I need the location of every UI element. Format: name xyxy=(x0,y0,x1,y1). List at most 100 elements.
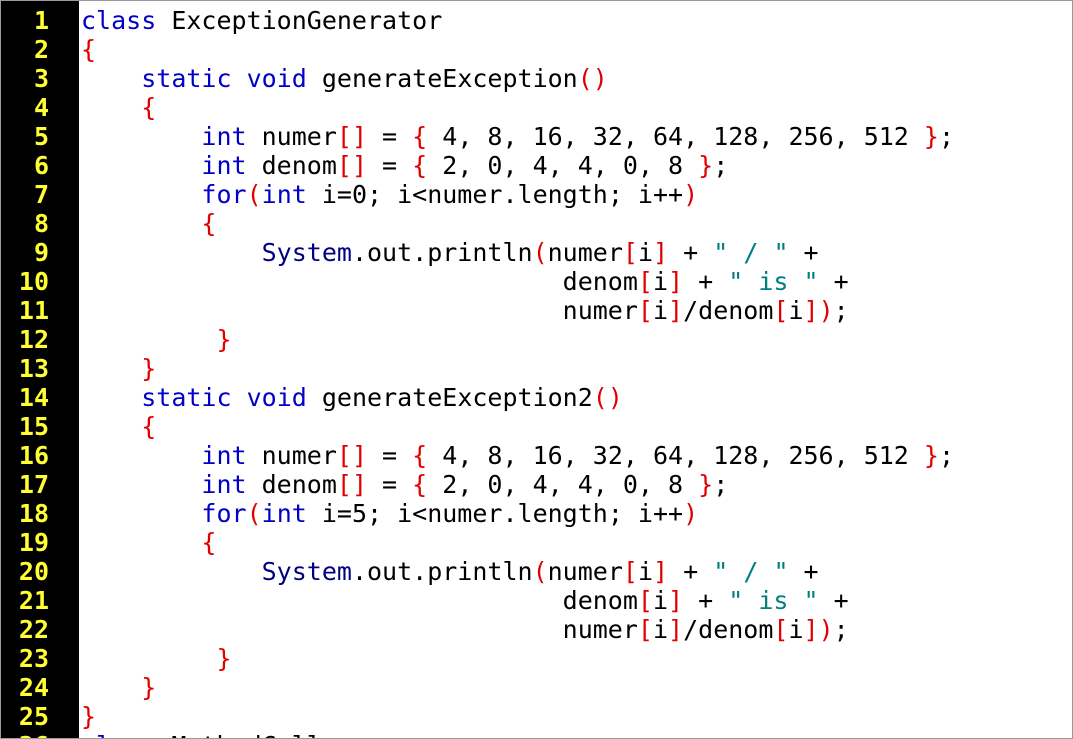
bracket-token: ] xyxy=(668,615,684,644)
line-number: 13 xyxy=(18,354,49,383)
keyword-token: int xyxy=(201,441,247,470)
code-text: /denom xyxy=(683,296,774,325)
code-line[interactable]: int denom[] = { 2, 0, 4, 4, 0, 8 }; xyxy=(81,151,954,180)
bracket-token: ( xyxy=(532,238,548,267)
string-literal: " / " xyxy=(713,238,789,267)
code-line[interactable]: numer[i]/denom[i]); xyxy=(81,296,954,325)
line-number: 11 xyxy=(18,296,49,325)
bracket-token: ] xyxy=(668,586,684,615)
keyword-token: int xyxy=(201,151,247,180)
code-line[interactable]: } xyxy=(81,702,954,731)
bracket-token: () xyxy=(577,64,608,93)
code-line[interactable]: int denom[] = { 2, 0, 4, 4, 0, 8 }; xyxy=(81,470,954,499)
code-text: i xyxy=(637,557,654,586)
code-line[interactable]: for(int i=5; i<numer.length; i++) xyxy=(81,499,954,528)
bracket-token: ( xyxy=(246,180,262,209)
code-line[interactable]: denom[i] + " is " + xyxy=(81,267,954,296)
code-line[interactable]: int numer[] = { 4, 8, 16, 32, 64, 128, 2… xyxy=(81,122,954,151)
bracket-token: ] xyxy=(668,267,684,296)
keyword-token: int xyxy=(261,180,307,209)
code-line[interactable]: { xyxy=(81,93,954,122)
bracket-token: { xyxy=(412,441,428,470)
code-line[interactable]: denom[i] + " is " + xyxy=(81,586,954,615)
code-line[interactable]: class ExceptionGenerator xyxy=(81,6,954,35)
code-text: denom xyxy=(81,267,638,296)
code-text: i xyxy=(652,296,669,325)
line-number: 24 xyxy=(18,673,49,702)
code-line[interactable]: System.out.println(numer[i] + " / " + xyxy=(81,557,954,586)
bracket-token: [ xyxy=(622,557,638,586)
line-numbers: 1 2 3 4 5 6 7 8 9 10 11 12 13 14 15 16 17 18 19 20 21 22 23 24 2… xyxy=(1,6,73,738)
line-number: 25 xyxy=(18,702,49,731)
code-text: + xyxy=(818,267,849,296)
code-text: numer xyxy=(246,122,337,151)
code-line[interactable]: System.out.println(numer[i] + " / " + xyxy=(81,238,954,267)
bracket-token: { xyxy=(201,209,217,238)
code-text: + xyxy=(683,267,729,296)
code-line[interactable]: static void generateException2() xyxy=(81,383,954,412)
keyword-token: static xyxy=(141,64,232,93)
keyword-token: void xyxy=(246,383,307,412)
code-line[interactable]: { xyxy=(81,412,954,441)
bracket-token: [ xyxy=(637,296,653,325)
line-number: 20 xyxy=(18,557,49,586)
line-number: 26 xyxy=(1,731,73,738)
code-text: numer xyxy=(246,441,337,470)
code-text: i=0; i<numer.length; i++ xyxy=(306,180,684,209)
code-text: MethodCall xyxy=(156,731,322,738)
code-text: i xyxy=(652,615,669,644)
code-line[interactable]: } xyxy=(81,673,954,702)
code-area[interactable]: class ExceptionGenerator{ static void ge… xyxy=(81,6,954,738)
code-line[interactable]: { xyxy=(81,35,954,64)
code-line[interactable]: for(int i=0; i<numer.length; i++) xyxy=(81,180,954,209)
code-text: = xyxy=(367,151,413,180)
code-text: = xyxy=(367,122,413,151)
bracket-token: } xyxy=(216,644,232,673)
code-text: + xyxy=(788,557,819,586)
code-text: i xyxy=(788,296,804,325)
line-number: 9 xyxy=(33,238,49,267)
code-line[interactable]: int numer[] = { 4, 8, 16, 32, 64, 128, 2… xyxy=(81,441,954,470)
line-number: 5 xyxy=(33,122,49,151)
bracket-token: ) xyxy=(683,180,699,209)
line-number: 21 xyxy=(18,586,49,615)
line-number: 23 xyxy=(18,644,49,673)
code-line[interactable]: { xyxy=(81,209,954,238)
code-line[interactable]: } xyxy=(81,325,954,354)
code-line[interactable]: static void generateException() xyxy=(81,64,954,93)
code-line[interactable]: { xyxy=(81,528,954,557)
code-text: denom xyxy=(81,586,638,615)
bracket-token: [] xyxy=(336,441,367,470)
line-number: 1 xyxy=(33,6,49,35)
code-text: 4, 8, 16, 32, 64, 128, 256, 512 xyxy=(427,441,924,470)
bracket-token: } xyxy=(698,151,714,180)
code-text: + xyxy=(668,238,714,267)
code-line[interactable]: class MethodCall xyxy=(81,731,954,738)
code-line[interactable]: } xyxy=(81,354,954,383)
code-editor[interactable]: 1 2 3 4 5 6 7 8 9 10 11 12 13 14 15 16 17 18 19 20 21 22 23 24 2… xyxy=(0,0,1073,739)
code-text: ExceptionGenerator xyxy=(156,6,443,35)
keyword-token: int xyxy=(201,470,247,499)
keyword-token: for xyxy=(201,499,247,528)
code-line[interactable]: numer[i]/denom[i]); xyxy=(81,615,954,644)
code-text: denom xyxy=(246,151,337,180)
code-text: generateException2 xyxy=(306,383,593,412)
code-text: i xyxy=(652,586,669,615)
line-number: 17 xyxy=(18,470,49,499)
line-number: 6 xyxy=(33,151,49,180)
bracket-token: ( xyxy=(532,557,548,586)
bracket-token: } xyxy=(923,441,939,470)
class-name-token: System xyxy=(261,238,352,267)
code-line[interactable]: } xyxy=(81,644,954,673)
line-number: 16 xyxy=(18,441,49,470)
